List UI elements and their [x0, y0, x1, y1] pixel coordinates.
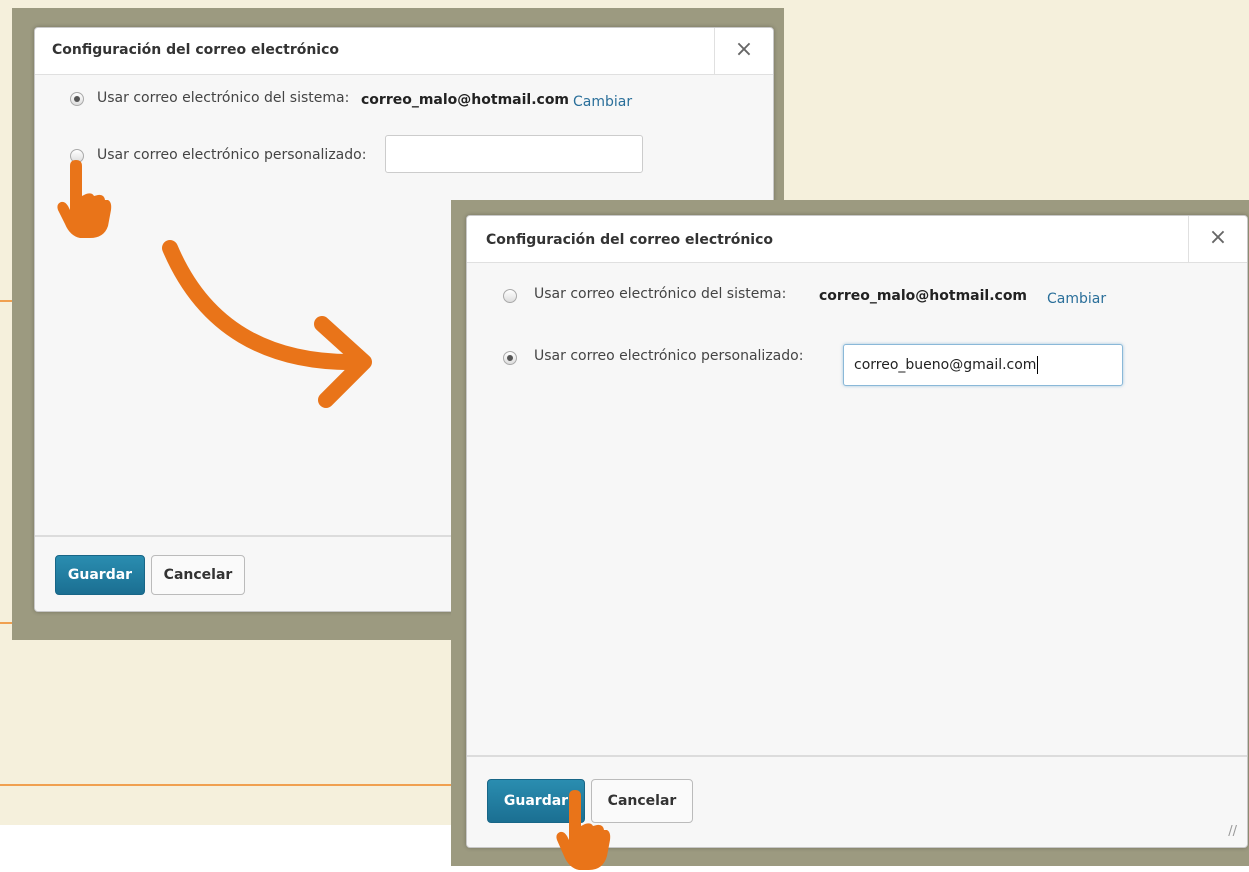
dialog-title: Configuración del correo electrónico — [52, 42, 340, 58]
curved-arrow-icon — [162, 240, 372, 408]
custom-email-value: correo_bueno@gmail.com — [854, 357, 1037, 373]
pointing-hand-icon — [556, 790, 611, 870]
change-email-link[interactable]: Cambiar — [1047, 291, 1106, 307]
divider-line — [0, 784, 460, 786]
dialog-title: Configuración del correo electrónico — [486, 232, 774, 248]
pointing-hand-icon — [57, 160, 112, 238]
custom-email-label: Usar correo electrónico personalizado: — [534, 348, 804, 364]
cancel-button[interactable]: Cancelar — [151, 555, 245, 595]
resize-grip-icon[interactable]: // — [1228, 824, 1237, 839]
system-email-radio[interactable] — [70, 92, 84, 106]
email-settings-dialog: Configuración del correo electrónico × U… — [466, 215, 1248, 848]
system-email-value: correo_malo@hotmail.com — [819, 288, 1028, 304]
custom-email-input[interactable]: correo_bueno@gmail.com — [843, 344, 1123, 386]
custom-email-label: Usar correo electrónico personalizado: — [97, 147, 367, 163]
dialog-header: Configuración del correo electrónico × — [467, 216, 1247, 263]
close-icon[interactable]: × — [714, 28, 773, 74]
custom-email-radio[interactable] — [503, 351, 517, 365]
change-email-link[interactable]: Cambiar — [573, 94, 632, 110]
close-icon[interactable]: × — [1188, 216, 1247, 262]
dialog-header: Configuración del correo electrónico × — [35, 28, 773, 75]
system-email-value: correo_malo@hotmail.com — [361, 92, 570, 108]
system-email-radio[interactable] — [503, 289, 517, 303]
custom-email-input[interactable] — [385, 135, 643, 173]
save-button[interactable]: Guardar — [55, 555, 145, 595]
system-email-label: Usar correo electrónico del sistema: — [97, 90, 350, 106]
system-email-label: Usar correo electrónico del sistema: — [534, 286, 787, 302]
text-caret — [1037, 356, 1039, 374]
screenshot-after: Configuración del correo electrónico × U… — [451, 200, 1249, 866]
